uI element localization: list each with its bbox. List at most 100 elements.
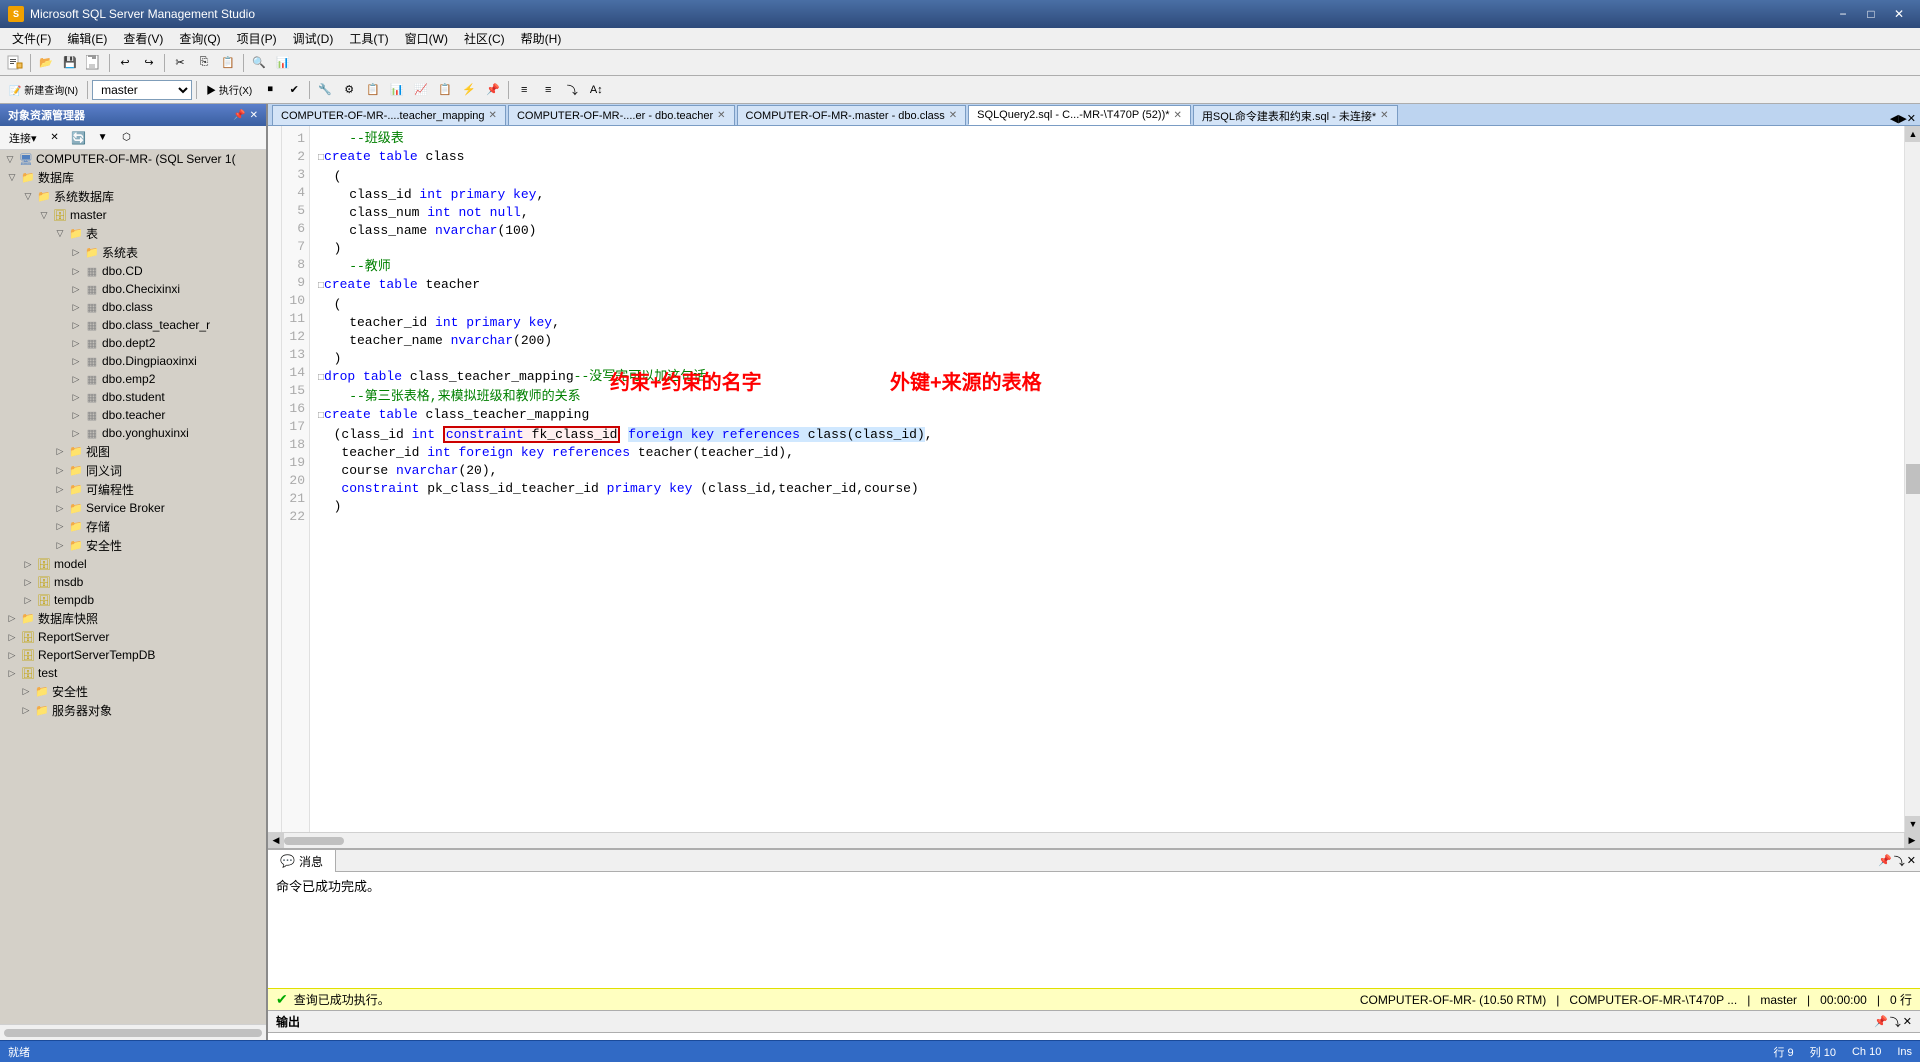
- vertical-scrollbar[interactable]: ▲ ▼: [1904, 126, 1920, 832]
- menu-window[interactable]: 窗口(W): [397, 28, 456, 49]
- menu-file[interactable]: 文件(F): [4, 28, 59, 49]
- tree-dbo-dingpiao[interactable]: ▷ ▦ dbo.Dingpiaoxinxi: [0, 352, 266, 370]
- tree-programmability[interactable]: ▷ 📁 可编程性: [0, 480, 266, 499]
- btn6[interactable]: 📊: [272, 52, 294, 74]
- minimize-button[interactable]: −: [1830, 4, 1856, 24]
- btn8[interactable]: ⚙: [338, 79, 360, 101]
- tree-tempdb[interactable]: ▷ 🗄 tempdb: [0, 591, 266, 609]
- stop-btn[interactable]: ⏹: [259, 79, 281, 101]
- undo-btn[interactable]: ↩: [114, 52, 136, 74]
- tab-sql-cmd[interactable]: 用SQL命令建表和约束.sql - 未连接* ✕: [1193, 105, 1398, 125]
- oe-refresh-btn[interactable]: 🔄: [68, 127, 90, 149]
- output-pin-btn[interactable]: 📌: [1874, 1014, 1888, 1030]
- new-query-btn2[interactable]: 📝 新建查询(N): [4, 79, 83, 101]
- tree-synonyms[interactable]: ▷ 📁 同义词: [0, 461, 266, 480]
- tree-system-tables[interactable]: ▷ 📁 系统表: [0, 243, 266, 262]
- tab-dbo-class[interactable]: COMPUTER-OF-MR-.master - dbo.class ✕: [737, 105, 967, 125]
- tree-dbo-checixinxi[interactable]: ▷ ▦ dbo.Checixinxi: [0, 280, 266, 298]
- oe-close-btn[interactable]: ✕: [250, 110, 258, 121]
- tree-system-dbs[interactable]: ▽ 📁 系统数据库: [0, 187, 266, 206]
- tab-close-all[interactable]: ✕: [1907, 112, 1916, 125]
- btn5[interactable]: 🔍: [248, 52, 270, 74]
- tree-reportservertempdb[interactable]: ▷ 🗄 ReportServerTempDB: [0, 646, 266, 664]
- messages-tab[interactable]: 💬 消息: [268, 850, 336, 872]
- results-move-btn[interactable]: ⤵: [1894, 853, 1905, 869]
- new-query-btn[interactable]: [4, 52, 26, 74]
- tree-dbo-class-teacher[interactable]: ▷ ▦ dbo.class_teacher_r: [0, 316, 266, 334]
- tree-master[interactable]: ▽ 🗄 master: [0, 206, 266, 224]
- tree-security-master[interactable]: ▷ 📁 安全性: [0, 536, 266, 555]
- tree-reportserver[interactable]: ▷ 🗄 ReportServer: [0, 628, 266, 646]
- execute-btn[interactable]: ▶ 执行(X): [201, 79, 257, 101]
- scroll-right[interactable]: ▶: [1904, 833, 1920, 849]
- paste-btn[interactable]: 📋: [217, 52, 239, 74]
- menu-view[interactable]: 查看(V): [115, 28, 171, 49]
- menu-tools[interactable]: 工具(T): [341, 28, 396, 49]
- tab-dbo-teacher[interactable]: COMPUTER-OF-MR-....er - dbo.teacher ✕: [508, 105, 735, 125]
- scroll-left[interactable]: ◀: [268, 833, 284, 849]
- debug-btn[interactable]: 🔧: [314, 79, 336, 101]
- btn12[interactable]: 📋: [434, 79, 456, 101]
- tree-model[interactable]: ▷ 🗄 model: [0, 555, 266, 573]
- btn11[interactable]: 📈: [410, 79, 432, 101]
- open-btn[interactable]: 📂: [35, 52, 57, 74]
- h-scrollbar[interactable]: ◀ ▶: [268, 832, 1920, 848]
- oe-sync-btn[interactable]: ⬡: [116, 127, 138, 149]
- tree-test[interactable]: ▷ 🗄 test: [0, 664, 266, 682]
- menu-query[interactable]: 查询(Q): [171, 28, 228, 49]
- menu-community[interactable]: 社区(C): [456, 28, 513, 49]
- tree-server[interactable]: ▽ 🖥 COMPUTER-OF-MR- (SQL Server 1(: [0, 150, 266, 168]
- scroll-up[interactable]: ▲: [1905, 126, 1920, 142]
- database-selector[interactable]: master: [92, 80, 192, 100]
- tab-scroll-left[interactable]: ◀: [1890, 112, 1898, 125]
- tree-dbo-teacher[interactable]: ▷ ▦ dbo.teacher: [0, 406, 266, 424]
- menu-project[interactable]: 项目(P): [229, 28, 285, 49]
- redo-btn[interactable]: ↪: [138, 52, 160, 74]
- oe-connect-btn[interactable]: 连接▾: [4, 128, 42, 148]
- scroll-down[interactable]: ▼: [1905, 816, 1920, 832]
- oe-disconnect-btn[interactable]: ✕: [44, 127, 66, 149]
- btn9[interactable]: 📋: [362, 79, 384, 101]
- tree-db-snapshot[interactable]: ▷ 📁 数据库快照: [0, 609, 266, 628]
- cut-btn[interactable]: ✂: [169, 52, 191, 74]
- btn14[interactable]: 📌: [482, 79, 504, 101]
- output-close-btn[interactable]: ✕: [1903, 1014, 1912, 1030]
- menu-debug[interactable]: 调试(D): [285, 28, 342, 49]
- tab-close-icon[interactable]: ✕: [949, 110, 957, 121]
- tree-dbo-yonghuxinxi[interactable]: ▷ ▦ dbo.yonghuxinxi: [0, 424, 266, 442]
- btn15[interactable]: ≡: [513, 79, 535, 101]
- save-all-btn[interactable]: [83, 52, 105, 74]
- tree-dbo-class[interactable]: ▷ ▦ dbo.class: [0, 298, 266, 316]
- btn18[interactable]: A↕: [585, 79, 607, 101]
- tree-server-objects[interactable]: ▷ 📁 服务器对象: [0, 701, 266, 720]
- tree-dbo-dept2[interactable]: ▷ ▦ dbo.dept2: [0, 334, 266, 352]
- tree-databases[interactable]: ▽ 📁 数据库: [0, 168, 266, 187]
- tab-teacher-mapping[interactable]: COMPUTER-OF-MR-....teacher_mapping ✕: [272, 105, 506, 125]
- tab-scroll-right[interactable]: ▶: [1898, 112, 1906, 125]
- tab-sqlquery2[interactable]: SQLQuery2.sql - C...-MR-\T470P (52))* ✕: [968, 105, 1191, 125]
- results-close-btn[interactable]: ✕: [1907, 854, 1916, 867]
- copy-btn[interactable]: ⎘: [193, 52, 215, 74]
- tab-close-icon[interactable]: ✕: [489, 110, 497, 121]
- btn16[interactable]: ≡: [537, 79, 559, 101]
- parse-btn[interactable]: ✔: [283, 79, 305, 101]
- code-editor[interactable]: --班级表 □create table class ( class_id int…: [310, 126, 1904, 832]
- tree-storage[interactable]: ▷ 📁 存储: [0, 517, 266, 536]
- tab-close-icon[interactable]: ✕: [1174, 110, 1182, 121]
- menu-edit[interactable]: 编辑(E): [59, 28, 115, 49]
- tab-close-icon[interactable]: ✕: [1380, 110, 1388, 121]
- oe-pin-btn[interactable]: 📌: [233, 110, 245, 121]
- btn10[interactable]: 📊: [386, 79, 408, 101]
- btn17[interactable]: ⤵: [561, 79, 583, 101]
- tab-close-icon[interactable]: ✕: [717, 110, 725, 121]
- tree-dbo-student[interactable]: ▷ ▦ dbo.student: [0, 388, 266, 406]
- tree-dbo-cd[interactable]: ▷ ▦ dbo.CD: [0, 262, 266, 280]
- tree-dbo-emp2[interactable]: ▷ ▦ dbo.emp2: [0, 370, 266, 388]
- save-btn[interactable]: 💾: [59, 52, 81, 74]
- output-move-btn[interactable]: ⤵: [1890, 1014, 1901, 1030]
- close-button[interactable]: ✕: [1886, 4, 1912, 24]
- menu-help[interactable]: 帮助(H): [513, 28, 570, 49]
- tree-service-broker[interactable]: ▷ 📁 Service Broker: [0, 499, 266, 517]
- oe-hscrollbar[interactable]: [0, 1024, 266, 1040]
- maximize-button[interactable]: □: [1858, 4, 1884, 24]
